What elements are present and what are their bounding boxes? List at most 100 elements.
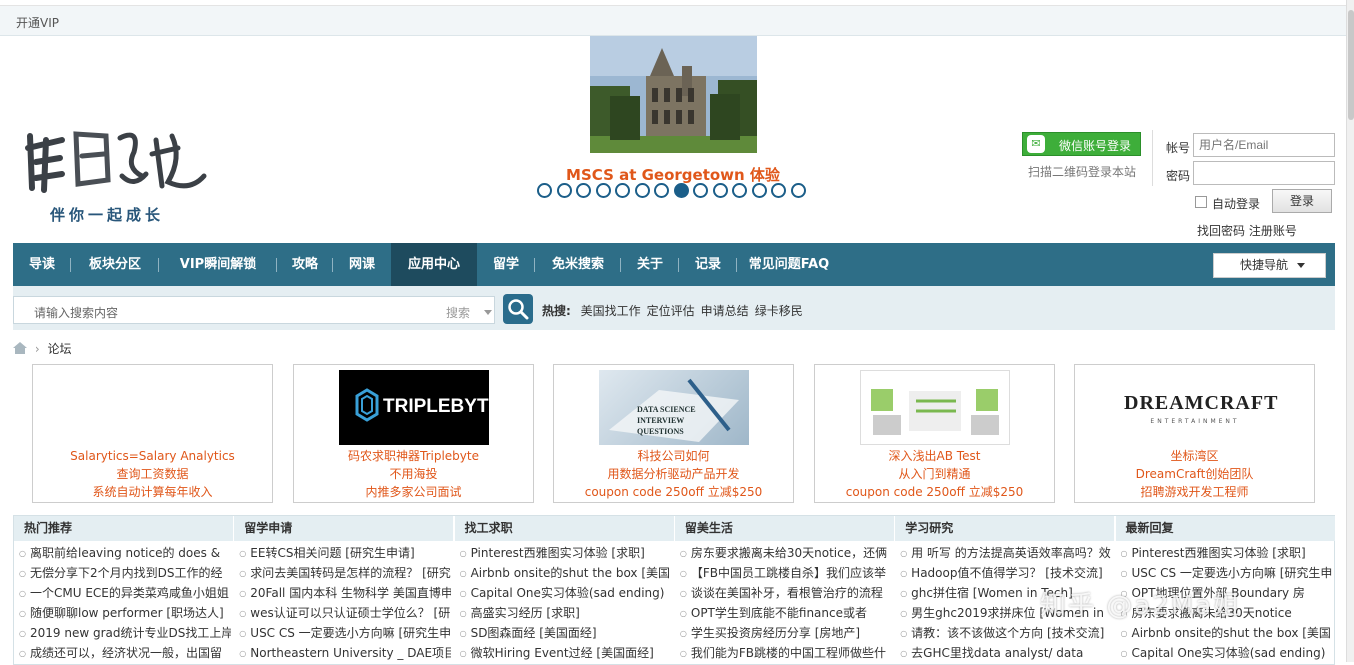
site-logo[interactable]: 伴你一起成长 xyxy=(18,118,218,228)
nav-item[interactable]: 常见问题FAQ xyxy=(737,243,841,286)
column-title[interactable]: 找工求职 xyxy=(454,516,675,541)
carousel-dot[interactable] xyxy=(712,183,728,198)
topic-link[interactable]: Hadoop值不值得学习？ [技术交流] xyxy=(900,563,1112,583)
ad-text[interactable]: 科技公司如何 用数据分析驱动产品开发 coupon code 250off 立减$2… xyxy=(554,447,793,501)
account-input[interactable] xyxy=(1193,133,1335,157)
nav-item[interactable]: VIP瞬间解锁 xyxy=(159,243,277,286)
carousel-dot[interactable] xyxy=(576,183,591,198)
topic-link[interactable]: 去GHC里找data analyst/ data xyxy=(900,643,1112,663)
hot-search-link[interactable]: 绿卡移民 xyxy=(755,304,803,318)
nav-item[interactable]: 攻略 xyxy=(277,243,333,286)
ad-line: 不用海投 xyxy=(389,467,438,481)
topic-link[interactable]: SD图森面经 [美国面经] xyxy=(460,623,672,643)
carousel-dot[interactable] xyxy=(771,183,786,198)
ad-card[interactable]: TRIPLEBYTE 码农求职神器Triplebyte 不用海投 内推多家公司面试 xyxy=(293,364,534,503)
topic-link[interactable]: Pinterest西雅图实习体验 [求职] xyxy=(460,543,672,563)
auto-login-checkbox[interactable] xyxy=(1195,196,1207,208)
nav-item[interactable]: 留学 xyxy=(477,243,535,286)
topic-link[interactable]: 成绩还可以，经济状况一般，出国留 xyxy=(19,643,231,663)
banner-image[interactable] xyxy=(590,36,757,153)
carousel-dot[interactable] xyxy=(595,183,611,198)
carousel-dot[interactable] xyxy=(732,183,747,198)
ad-card[interactable]: 深入浅出AB Test 从入门到精通 coupon code 250off 立减$2… xyxy=(814,364,1055,503)
carousel-dot[interactable] xyxy=(654,183,669,198)
topic-link[interactable]: Airbnb onsite的shut the box [美国 xyxy=(1121,623,1333,643)
topic-link[interactable]: 求问去美国转码是怎样的流程？ [研究 xyxy=(239,563,451,583)
carousel-dot[interactable] xyxy=(751,183,767,198)
topic-link[interactable]: 随便聊聊low performer [职场达人] xyxy=(19,603,231,623)
topic-link[interactable]: 谈谈在美国补牙，看根管治疗的流程 xyxy=(680,583,892,603)
quick-nav-dropdown[interactable]: 快捷导航 xyxy=(1213,253,1326,278)
topic-link[interactable]: 请教：该不该做这个方向 [技术交流] xyxy=(900,623,1112,643)
home-icon[interactable] xyxy=(13,342,27,354)
carousel-dot[interactable] xyxy=(537,183,552,198)
search-button[interactable] xyxy=(503,294,533,324)
carousel-dot[interactable] xyxy=(693,183,708,198)
ad-card[interactable]: DATA SCIENCE INTERVIEW QUESTIONS 科技公司如何 用数… xyxy=(553,364,794,503)
carousel-dot[interactable] xyxy=(556,183,572,198)
topic-link[interactable]: 一个CMU ECE的异类菜鸡咸鱼小姐姐 xyxy=(19,583,231,603)
vip-link[interactable]: 开通VIP xyxy=(16,14,59,31)
wechat-login-button[interactable]: ✉ 微信账号登录 xyxy=(1022,132,1141,156)
nav-item[interactable]: 网课 xyxy=(333,243,391,286)
topic-link[interactable]: wes认证可以只认证硕士学位么？ [研 xyxy=(239,603,451,623)
topic-link[interactable]: 无偿分享下2个月内找到DS工作的经 xyxy=(19,563,231,583)
topic-link[interactable]: Pinterest西雅图实习体验 [求职] xyxy=(1121,543,1333,563)
nav-item[interactable]: 应用中心 xyxy=(391,243,477,286)
topic-link[interactable]: 微软Hiring Event过经 [美国面经] xyxy=(460,643,672,663)
register-link[interactable]: 注册账号 xyxy=(1249,224,1297,238)
topic-link[interactable]: 【FB中国员工跳楼自杀】我们应该举 xyxy=(680,563,892,583)
topic-link[interactable]: OPT学生到底能不能finance或者 xyxy=(680,603,892,623)
login-button[interactable]: 登录 xyxy=(1272,189,1332,213)
carousel-dot[interactable] xyxy=(673,183,689,198)
ad-text[interactable]: Salarytics=Salary Analytics 查询工资数据 系统自动计算每… xyxy=(33,447,272,501)
hot-search-link[interactable]: 定位评估 xyxy=(647,304,695,318)
search-input[interactable]: 请输入搜索内容 搜索 xyxy=(13,296,495,324)
ad-text[interactable]: 坐标湾区 DreamCraft创始团队 招聘游戏开发工程师 xyxy=(1075,447,1314,501)
main-nav: 导读 板块分区 VIP瞬间解锁 攻略 网课 应用中心 留学 免米搜索 关于 记录 常见问题FAQ xyxy=(13,243,1335,286)
breadcrumb-current[interactable]: 论坛 xyxy=(47,342,71,356)
password-input[interactable] xyxy=(1193,161,1335,185)
scrollbar[interactable] xyxy=(1346,0,1354,662)
topic-link[interactable]: 我们能为FB跳楼的中国工程师做些什 xyxy=(680,643,892,663)
nav-item[interactable]: 记录 xyxy=(679,243,737,286)
topic-link[interactable]: Capital One实习体验(sad ending) xyxy=(460,583,672,603)
topic-link[interactable]: 高盛实习经历 [求职] xyxy=(460,603,672,623)
topic-link[interactable]: USC CS 一定要选小方向嘛 [研究生申 xyxy=(1121,563,1333,583)
ad-card[interactable]: Salarytics=Salary Analytics 查询工资数据 系统自动计算每… xyxy=(32,364,273,503)
hot-search-link[interactable]: 美国找工作 xyxy=(581,304,641,318)
nav-item[interactable]: 关于 xyxy=(621,243,679,286)
column-title[interactable]: 留学申请 xyxy=(234,516,455,541)
topic-link[interactable]: EE转CS相关问题 [研究生申请] xyxy=(239,543,451,563)
topic-link[interactable]: Northeastern University _ DAE项目 xyxy=(239,643,451,663)
column-title[interactable]: 热门推荐 xyxy=(14,516,234,541)
topic-link[interactable]: 用 听写 的方法提高英语效率高吗？效 xyxy=(900,543,1112,563)
ad-image: DATA SCIENCE INTERVIEW QUESTIONS xyxy=(599,370,749,445)
topic-link[interactable]: 20Fall 国内本科 生物科学 美国直博申 xyxy=(239,583,451,603)
search-type-select[interactable]: 搜索 xyxy=(446,304,492,321)
carousel-dot[interactable] xyxy=(790,183,806,198)
topic-link[interactable]: 离职前给leaving notice的 does & xyxy=(19,543,231,563)
topic-link[interactable]: Capital One实习体验(sad ending) xyxy=(1121,643,1333,663)
carousel-dot[interactable] xyxy=(634,183,650,198)
nav-item[interactable]: 免米搜索 xyxy=(535,243,621,286)
scrollbar-thumb[interactable] xyxy=(1348,10,1354,120)
topic-link[interactable]: 2019 new grad统计专业DS找工上岸 xyxy=(19,623,231,643)
ad-card[interactable]: DREAMCRAFT ENTERTAINMENT 坐标湾区 DreamCraft创始团… xyxy=(1074,364,1315,503)
topic-link[interactable]: Airbnb onsite的shut the box [美国 xyxy=(460,563,672,583)
ad-text[interactable]: 深入浅出AB Test 从入门到精通 coupon code 250off 立减$2… xyxy=(815,447,1054,501)
topic-link[interactable]: USC CS 一定要选小方向嘛 [研究生申 xyxy=(239,623,451,643)
nav-item[interactable]: 板块分区 xyxy=(71,243,159,286)
column-title[interactable]: 留美生活 xyxy=(674,516,895,541)
banner-caption[interactable]: MSCS at Georgetown 体验 xyxy=(540,164,806,185)
ad-line: DreamCraft创始团队 xyxy=(1135,467,1254,481)
column-title[interactable]: 最新回复 xyxy=(1115,516,1336,541)
find-password-link[interactable]: 找回密码 xyxy=(1197,224,1245,238)
topic-link[interactable]: 学生买投资房经历分享 [房地产] xyxy=(680,623,892,643)
topic-link[interactable]: 房东要求搬离未给30天notice，还俩 xyxy=(680,543,892,563)
nav-item[interactable]: 导读 xyxy=(13,243,71,286)
carousel-dot[interactable] xyxy=(615,183,630,198)
ad-text[interactable]: 码农求职神器Triplebyte 不用海投 内推多家公司面试 xyxy=(294,447,533,501)
column-title[interactable]: 学习研究 xyxy=(895,516,1116,541)
hot-search-link[interactable]: 申请总结 xyxy=(701,304,749,318)
